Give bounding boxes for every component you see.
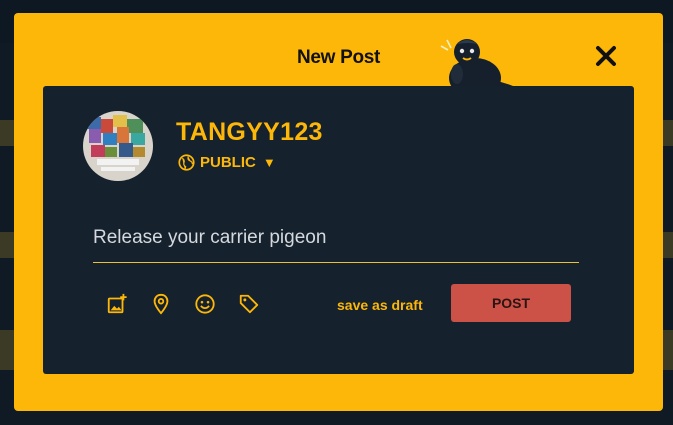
privacy-label: PUBLIC	[200, 153, 256, 171]
privacy-selector[interactable]: PUBLIC ▼	[178, 152, 276, 172]
new-post-dialog: New Post TANGYY123 PUBLIC ▼ Release your…	[14, 13, 663, 411]
username[interactable]: TANGYY123	[176, 118, 323, 147]
chevron-down-icon: ▼	[262, 154, 276, 170]
tag-icon[interactable]	[238, 293, 260, 315]
dialog-title: New Post	[296, 47, 381, 68]
add-image-icon[interactable]	[106, 293, 128, 315]
post-text-input[interactable]	[93, 214, 579, 263]
globe-icon	[178, 153, 195, 171]
emoji-icon[interactable]	[194, 293, 216, 315]
post-button[interactable]: POST	[451, 284, 571, 322]
compose-card: TANGYY123 PUBLIC ▼ Release your carrier …	[43, 86, 634, 374]
save-draft-link[interactable]: save as draft	[337, 297, 423, 313]
avatar[interactable]	[83, 111, 153, 181]
location-pin-icon[interactable]	[150, 293, 172, 315]
close-icon[interactable]	[594, 44, 618, 68]
